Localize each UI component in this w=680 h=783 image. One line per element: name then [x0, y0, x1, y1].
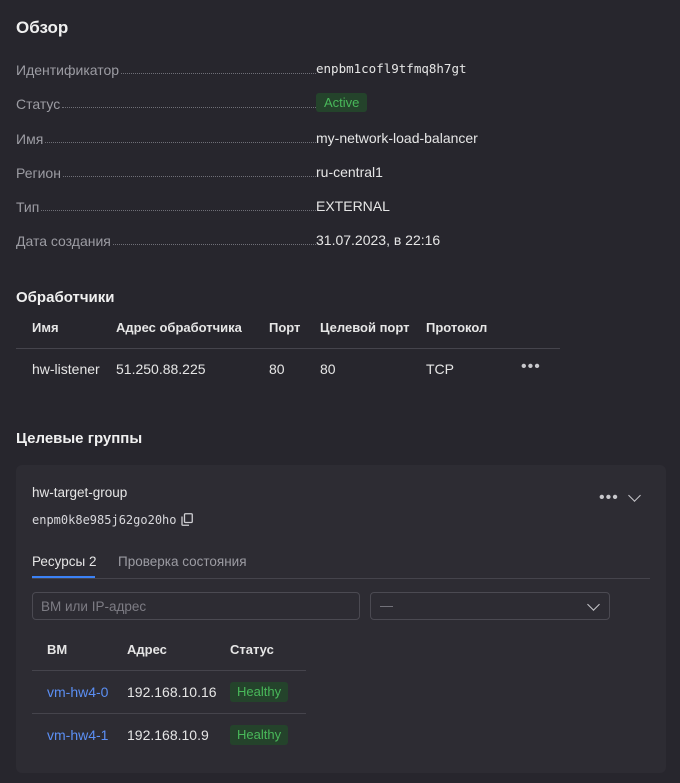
- tab-resources[interactable]: Ресурсы 2: [32, 554, 97, 569]
- tab-health-check[interactable]: Проверка состояния: [118, 554, 247, 569]
- listener-port: 80: [269, 361, 285, 377]
- field-id-value[interactable]: enpbm1cofl9tfmq8h7gt: [316, 61, 467, 76]
- column-header-status[interactable]: Статус: [230, 642, 274, 657]
- field-created-value: 31.07.2023, в 22:16: [316, 232, 441, 248]
- field-status-label: Статус: [16, 96, 61, 112]
- table-divider: [32, 670, 306, 671]
- listeners-title: Обработчики: [16, 289, 115, 306]
- field-region-value: ru-central1: [316, 164, 383, 180]
- target-group-id: enpm0k8e985j62go20ho: [32, 513, 177, 527]
- active-tab-indicator: [32, 576, 95, 578]
- tabs-divider: [32, 578, 650, 579]
- dotted-leader: [62, 107, 316, 108]
- status-filter-value: —: [380, 598, 393, 613]
- dotted-leader: [121, 73, 316, 74]
- status-badge: Active: [316, 93, 368, 112]
- target-groups-title: Целевые группы: [16, 430, 143, 447]
- vm-address: 192.168.10.9: [127, 727, 209, 743]
- more-actions-icon[interactable]: •••: [521, 359, 541, 375]
- dotted-leader: [112, 244, 316, 245]
- status-badge: Healthy: [230, 725, 289, 745]
- listener-name: hw-listener: [32, 361, 100, 377]
- dotted-leader: [62, 176, 316, 177]
- column-header-name[interactable]: Имя: [32, 320, 59, 335]
- field-name-value: my-network-load-balancer: [316, 130, 478, 146]
- group-more-actions-icon[interactable]: •••: [599, 490, 619, 506]
- status-badge: Healthy: [230, 682, 289, 702]
- listener-address: 51.250.88.225: [116, 361, 206, 377]
- copy-icon[interactable]: [181, 513, 193, 526]
- search-input[interactable]: [32, 592, 360, 620]
- field-region-label: Регион: [16, 165, 61, 181]
- chevron-down-icon: [587, 598, 600, 611]
- table-divider: [16, 348, 560, 349]
- field-region: Регион: [16, 161, 316, 181]
- dotted-leader: [41, 210, 316, 211]
- table-divider: [32, 713, 306, 714]
- field-type-label: Тип: [16, 199, 40, 215]
- vm-link[interactable]: vm-hw4-0: [47, 684, 108, 700]
- column-header-address[interactable]: Адрес обработчика: [116, 320, 242, 335]
- listener-target-port: 80: [320, 361, 336, 377]
- field-id: Идентификатор: [16, 58, 316, 78]
- overview-title: Обзор: [16, 18, 69, 37]
- field-created: Дата создания: [16, 229, 316, 249]
- field-name: Имя: [16, 127, 316, 147]
- column-header-target-port[interactable]: Целевой порт: [320, 320, 410, 335]
- column-header-vm[interactable]: ВМ: [47, 642, 67, 657]
- field-status: Статус: [16, 92, 316, 112]
- field-created-label: Дата создания: [16, 233, 111, 249]
- target-group-name: hw-target-group: [32, 485, 128, 500]
- column-header-protocol[interactable]: Протокол: [426, 320, 487, 335]
- vm-address: 192.168.10.16: [127, 684, 217, 700]
- status-filter-select[interactable]: —: [370, 592, 610, 620]
- listener-protocol: TCP: [426, 361, 454, 377]
- column-header-address[interactable]: Адрес: [127, 642, 167, 657]
- column-header-port[interactable]: Порт: [269, 320, 300, 335]
- field-type-value: EXTERNAL: [316, 198, 390, 214]
- dotted-leader: [45, 142, 316, 143]
- vm-link[interactable]: vm-hw4-1: [47, 727, 108, 743]
- field-name-label: Имя: [16, 131, 44, 147]
- field-id-label: Идентификатор: [16, 62, 120, 78]
- field-type: Тип: [16, 195, 316, 215]
